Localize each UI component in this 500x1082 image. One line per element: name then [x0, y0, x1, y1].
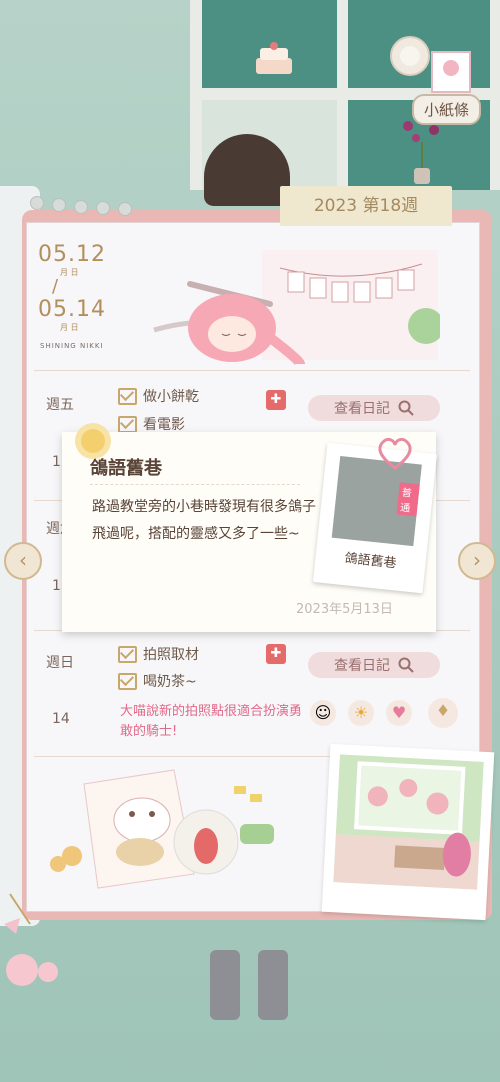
check-icon	[118, 645, 137, 663]
popup-title-underline	[90, 484, 300, 486]
row-divider	[34, 370, 470, 371]
note-label[interactable]: 小紙條	[412, 94, 482, 125]
task-label: 做小餅乾	[143, 389, 199, 405]
search-icon	[398, 400, 414, 416]
view-diary-button[interactable]: 查看日記	[308, 652, 440, 678]
snack-illustration	[50, 769, 274, 889]
day-label: 週日	[46, 655, 74, 671]
task-label: 看電影	[143, 417, 185, 433]
brand-label: SHINING NIKKI	[40, 342, 104, 350]
framed-photo-icon	[431, 51, 471, 93]
blush-face-icon: ☺	[310, 700, 336, 726]
check-icon	[118, 415, 137, 433]
date-separator: /	[52, 276, 59, 297]
popup-date: 2023年5月13日	[296, 602, 393, 617]
view-diary-button[interactable]: 查看日記	[308, 395, 440, 421]
leg	[258, 950, 288, 1020]
day-label: 週五	[46, 397, 74, 413]
room-photo-image	[333, 754, 484, 890]
room-scene-icon	[333, 754, 484, 890]
task-label: 喝奶茶~	[143, 674, 197, 690]
popup-body: 路過教堂旁的小巷時發現有很多鴿子飛過呢，搭配的靈感又多了一些~	[92, 499, 316, 542]
binder-hole	[30, 196, 44, 210]
rarity-badge: 普通	[396, 482, 420, 517]
view-diary-label: 查看日記	[334, 658, 390, 674]
sun-icon: ☀	[348, 700, 374, 726]
start-date: 05.12	[38, 242, 106, 267]
leg	[210, 950, 240, 1020]
gift-icon: ✚	[266, 390, 286, 410]
character-icon: ♥	[386, 700, 412, 726]
task-item: 拍照取材	[118, 644, 199, 664]
binder-hole	[52, 198, 66, 212]
task-item: 喝奶茶~	[118, 671, 197, 691]
week-tab: 2023 第18週	[280, 186, 452, 226]
end-date: 05.14	[38, 297, 106, 322]
search-icon	[398, 657, 414, 673]
gift-icon: ✚	[266, 644, 286, 664]
binder-hole	[118, 202, 132, 216]
plate-decoration-icon	[390, 36, 430, 76]
character-legs	[210, 950, 290, 1020]
sun-sticker-icon	[75, 423, 111, 459]
date-unit-label: 月 日	[60, 323, 79, 332]
check-icon	[118, 387, 137, 405]
task-label: 拍照取材	[143, 647, 199, 663]
date-range: 05.12 月 日 / 05.14 月 日	[38, 242, 106, 333]
room-photo	[321, 743, 495, 921]
binder-hole	[74, 200, 88, 214]
task-item: 看電影	[118, 414, 185, 434]
task-item: 做小餅乾	[118, 386, 199, 406]
photo-card-caption: 鴿語舊巷	[343, 551, 398, 572]
dress-icon: ♦	[428, 698, 458, 728]
check-icon	[118, 672, 137, 690]
diary-comment: 大喵說新的拍照點很適合扮演勇敢的騎士!	[120, 704, 303, 739]
heart-icon	[378, 437, 412, 470]
day-number: 14	[52, 711, 70, 727]
chevron-left-icon[interactable]: ‹	[4, 542, 42, 580]
chevron-right-icon[interactable]: ›	[458, 542, 496, 580]
sleeping-girl-illustration	[153, 250, 440, 367]
view-diary-label: 查看日記	[334, 401, 390, 417]
charm-decoration-icon	[4, 893, 58, 986]
cake-decoration-icon	[256, 42, 292, 74]
binder-hole	[96, 201, 110, 215]
